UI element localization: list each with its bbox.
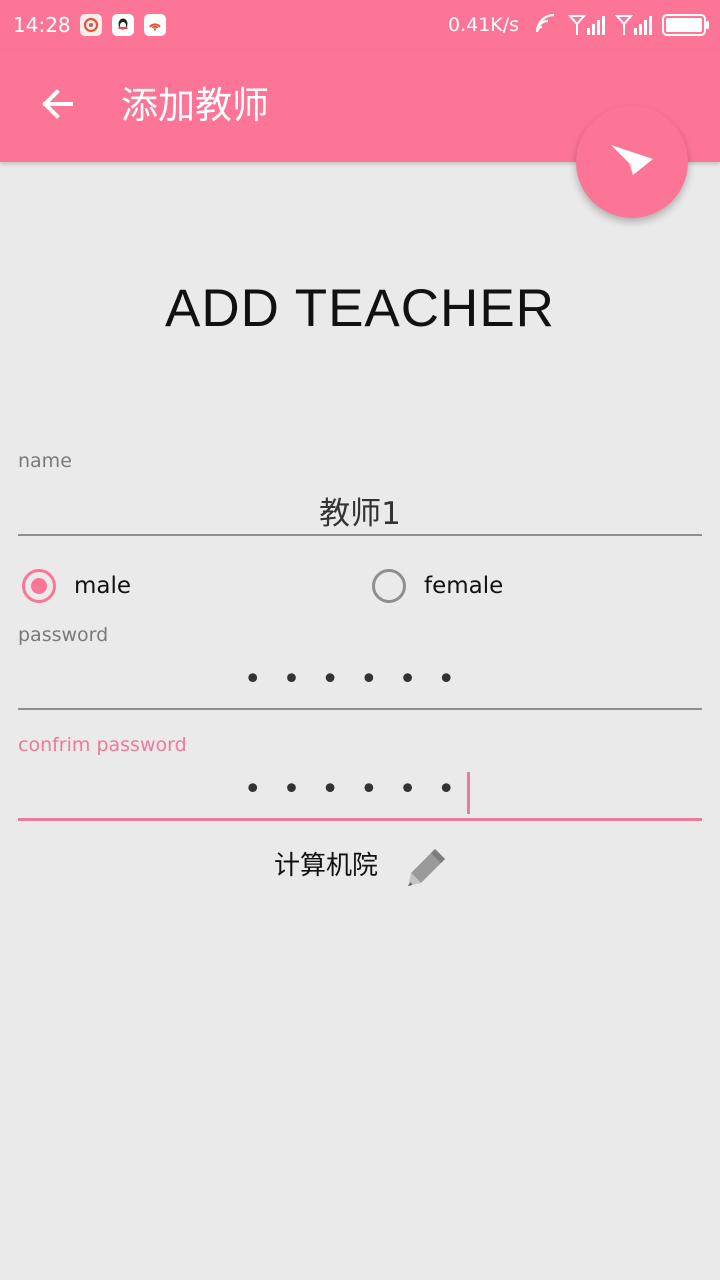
password-label: password	[18, 624, 109, 646]
confirm-password-underline	[18, 818, 702, 821]
qq-icon	[112, 14, 134, 36]
status-bar: 14:28 0.41K/s	[0, 0, 720, 50]
submit-fab[interactable]	[576, 106, 688, 218]
network-speed: 0.41K/s	[448, 14, 520, 36]
send-icon	[609, 137, 655, 187]
confirm-password-input[interactable]: ••••••	[18, 772, 702, 807]
status-time: 14:28	[13, 13, 71, 37]
back-button[interactable]	[32, 81, 82, 131]
wifi-icon	[534, 12, 558, 40]
page-title: 添加教师	[121, 84, 269, 127]
signal-icon	[614, 12, 653, 42]
radio-unchecked-icon	[372, 569, 406, 603]
arrow-back-icon	[37, 84, 77, 128]
battery-icon	[662, 14, 710, 40]
radio-label-male: male	[74, 573, 132, 599]
radio-label-female: female	[424, 573, 504, 599]
pencil-edit-icon[interactable]	[405, 845, 449, 893]
name-underline	[18, 534, 702, 536]
radio-checked-icon	[22, 569, 56, 603]
radio-female[interactable]: female	[372, 565, 503, 607]
signal-icon	[567, 12, 606, 42]
form-heading: ADD TEACHER	[165, 279, 555, 338]
password-input[interactable]: ••••••	[18, 662, 702, 697]
text-cursor	[467, 772, 470, 814]
netease-music-icon	[80, 14, 102, 36]
password-underline	[18, 708, 702, 710]
radio-male[interactable]: male	[22, 565, 131, 607]
department-value[interactable]: 计算机院	[274, 845, 378, 882]
confirm-password-label: confrim password	[18, 734, 187, 756]
name-input[interactable]: 教师1	[18, 488, 702, 533]
name-label: name	[18, 450, 72, 472]
weibo-icon	[144, 14, 166, 36]
